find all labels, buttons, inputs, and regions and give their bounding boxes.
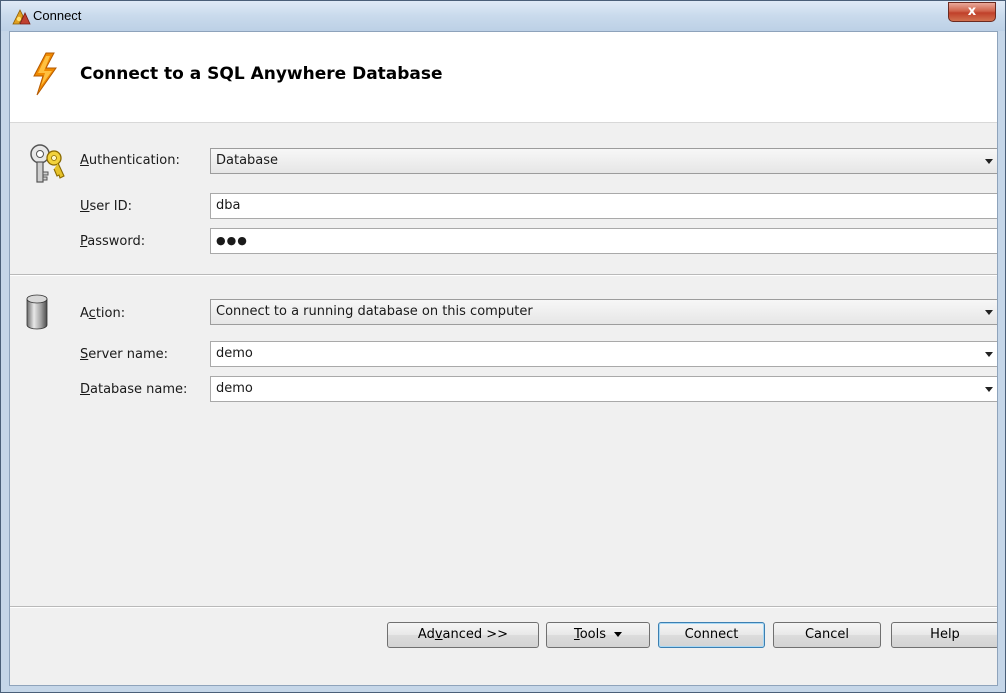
chevron-down-icon[interactable] — [985, 387, 993, 392]
keys-icon — [30, 144, 65, 183]
advanced-button[interactable]: Advanced >> — [387, 622, 539, 648]
action-value: Connect to a running database on this co… — [216, 304, 533, 319]
chevron-down-icon[interactable] — [985, 310, 993, 315]
database-name-combobox[interactable]: demo — [210, 376, 997, 402]
password-mask: ●●● — [216, 234, 248, 247]
dialog-header: Connect to a SQL Anywhere Database — [10, 32, 997, 123]
connect-button[interactable]: Connect — [658, 622, 765, 648]
user-id-label: User ID: — [80, 199, 132, 214]
database-name-value: demo — [216, 381, 253, 396]
server-name-combobox[interactable]: demo — [210, 341, 997, 367]
chevron-down-icon[interactable] — [985, 352, 993, 357]
password-input[interactable]: ●●● — [210, 228, 997, 254]
user-id-value: dba — [216, 198, 241, 213]
dialog-body: Connect to a SQL Anywhere Database Authe… — [9, 31, 998, 686]
sql-anywhere-app-icon — [12, 9, 31, 25]
tools-button[interactable]: Tools — [546, 622, 650, 648]
database-cylinder-icon — [26, 294, 48, 330]
page-title: Connect to a SQL Anywhere Database — [80, 64, 443, 84]
server-name-label: Server name: — [80, 347, 169, 362]
help-button[interactable]: Help — [891, 622, 997, 648]
chevron-down-icon[interactable] — [985, 159, 993, 164]
close-icon: x — [967, 4, 977, 19]
window-title: Connect — [33, 8, 82, 23]
connect-dialog: Connect x Connect to a SQL Anywhere Data… — [0, 0, 1006, 693]
server-name-value: demo — [216, 346, 253, 361]
password-label: Password: — [80, 234, 146, 249]
action-dropdown[interactable]: Connect to a running database on this co… — [210, 299, 997, 325]
chevron-down-icon[interactable] — [614, 632, 623, 637]
cancel-button[interactable]: Cancel — [773, 622, 881, 648]
section-divider — [10, 274, 997, 276]
authentication-dropdown[interactable]: Database — [210, 148, 997, 174]
action-label: Action: — [80, 306, 126, 321]
title-bar[interactable]: Connect x — [1, 1, 1005, 31]
authentication-value: Database — [216, 153, 279, 168]
close-button[interactable]: x — [948, 2, 996, 22]
database-name-label: Database name: — [80, 382, 188, 397]
user-id-input[interactable]: dba — [210, 193, 997, 219]
footer-divider — [10, 606, 997, 608]
lightning-bolt-icon — [33, 52, 57, 96]
authentication-label: Authentication: — [80, 153, 180, 168]
